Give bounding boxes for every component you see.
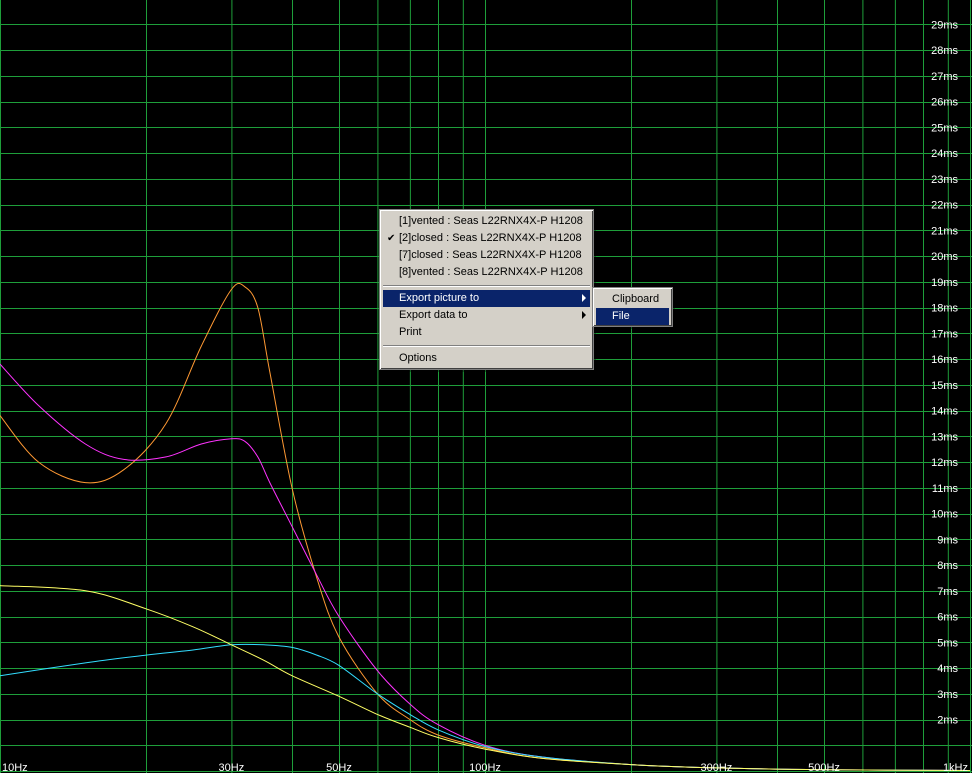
menu-item-curve-7[interactable]: [7]closed : Seas L22RNX4X-P H1208 — [383, 247, 590, 264]
y-tick-label: 5ms — [937, 637, 958, 649]
y-tick-label: 23ms — [931, 174, 958, 186]
y-tick-label: 8ms — [937, 560, 958, 572]
menu-item-curve-2[interactable]: ✔ [2]closed : Seas L22RNX4X-P H1208 — [383, 230, 590, 247]
y-tick-label: 10ms — [931, 509, 958, 521]
y-tick-label: 20ms — [931, 251, 958, 263]
y-tick-label: 2ms — [937, 715, 958, 727]
submenu-item-file[interactable]: File — [596, 308, 669, 325]
x-tick-label: 100Hz — [469, 762, 501, 773]
y-tick-label: 12ms — [931, 457, 958, 469]
y-tick-label: 13ms — [931, 431, 958, 443]
check-icon: ✔ — [387, 233, 396, 244]
y-tick-label: 7ms — [937, 586, 958, 598]
menu-item-export-picture[interactable]: Export picture to — [383, 290, 590, 307]
y-tick-label: 4ms — [937, 663, 958, 675]
submenu-arrow-icon — [582, 294, 586, 302]
menu-separator — [383, 345, 590, 347]
menu-item-label: [1]vented : Seas L22RNX4X-P H1208 — [399, 215, 583, 227]
y-tick-label: 15ms — [931, 380, 958, 392]
y-tick-label: 6ms — [937, 612, 958, 624]
y-tick-label: 25ms — [931, 122, 958, 134]
y-tick-label: 26ms — [931, 97, 958, 109]
context-menu: [1]vented : Seas L22RNX4X-P H1208 ✔ [2]cl… — [379, 209, 594, 370]
menu-item-label: Clipboard — [612, 293, 660, 305]
menu-item-label: [7]closed : Seas L22RNX4X-P H1208 — [399, 249, 582, 261]
menu-item-label: Options — [399, 352, 437, 364]
y-tick-label: 21ms — [931, 225, 958, 237]
x-tick-label: 1kHz — [943, 762, 968, 773]
x-tick-label: 30Hz — [219, 762, 245, 773]
y-tick-label: 28ms — [931, 45, 958, 57]
y-tick-label: 29ms — [931, 19, 958, 31]
menu-item-label: Export data to — [399, 309, 468, 321]
y-tick-label: 22ms — [931, 200, 958, 212]
x-tick-label: 50Hz — [326, 762, 352, 773]
x-tick-label: 10Hz — [2, 762, 28, 773]
y-tick-label: 11ms — [932, 483, 959, 495]
x-tick-label: 300Hz — [701, 762, 733, 773]
submenu-arrow-icon — [582, 311, 586, 319]
y-tick-label: 17ms — [931, 328, 958, 340]
y-tick-label: 27ms — [931, 71, 958, 83]
menu-separator — [383, 285, 590, 287]
y-tick-label: 24ms — [931, 148, 958, 160]
menu-item-label: [8]vented : Seas L22RNX4X-P H1208 — [399, 266, 583, 278]
y-tick-labels: 2ms 3ms 4ms 5ms 6ms 7ms 8ms 9ms 10ms 11ms 12ms 13ms… — [931, 19, 958, 726]
y-tick-label: 16ms — [931, 354, 958, 366]
x-tick-label: 500Hz — [808, 762, 840, 773]
y-tick-label: 9ms — [937, 534, 958, 546]
y-tick-label: 19ms — [931, 277, 958, 289]
menu-item-label: Export picture to — [399, 292, 480, 304]
grid-lines — [0, 0, 972, 773]
menu-item-label: File — [612, 310, 630, 322]
menu-item-curve-8[interactable]: [8]vented : Seas L22RNX4X-P H1208 — [383, 264, 590, 281]
menu-item-export-data[interactable]: Export data to — [383, 307, 590, 324]
y-tick-label: 14ms — [931, 406, 958, 418]
menu-item-options[interactable]: Options — [383, 350, 590, 367]
menu-item-label: [2]closed : Seas L22RNX4X-P H1208 — [399, 232, 582, 244]
export-picture-submenu: Clipboard File — [592, 287, 673, 327]
y-tick-label: 3ms — [937, 689, 958, 701]
submenu-item-clipboard[interactable]: Clipboard — [596, 291, 669, 308]
chart-plot-area[interactable]: 10Hz 30Hz 50Hz 100Hz 300Hz 500Hz 1kHz 2ms 3ms 4m… — [0, 0, 972, 773]
menu-item-curve-1[interactable]: [1]vented : Seas L22RNX4X-P H1208 — [383, 213, 590, 230]
menu-item-print[interactable]: Print — [383, 324, 590, 341]
menu-item-label: Print — [399, 326, 422, 338]
y-tick-label: 18ms — [931, 303, 958, 315]
